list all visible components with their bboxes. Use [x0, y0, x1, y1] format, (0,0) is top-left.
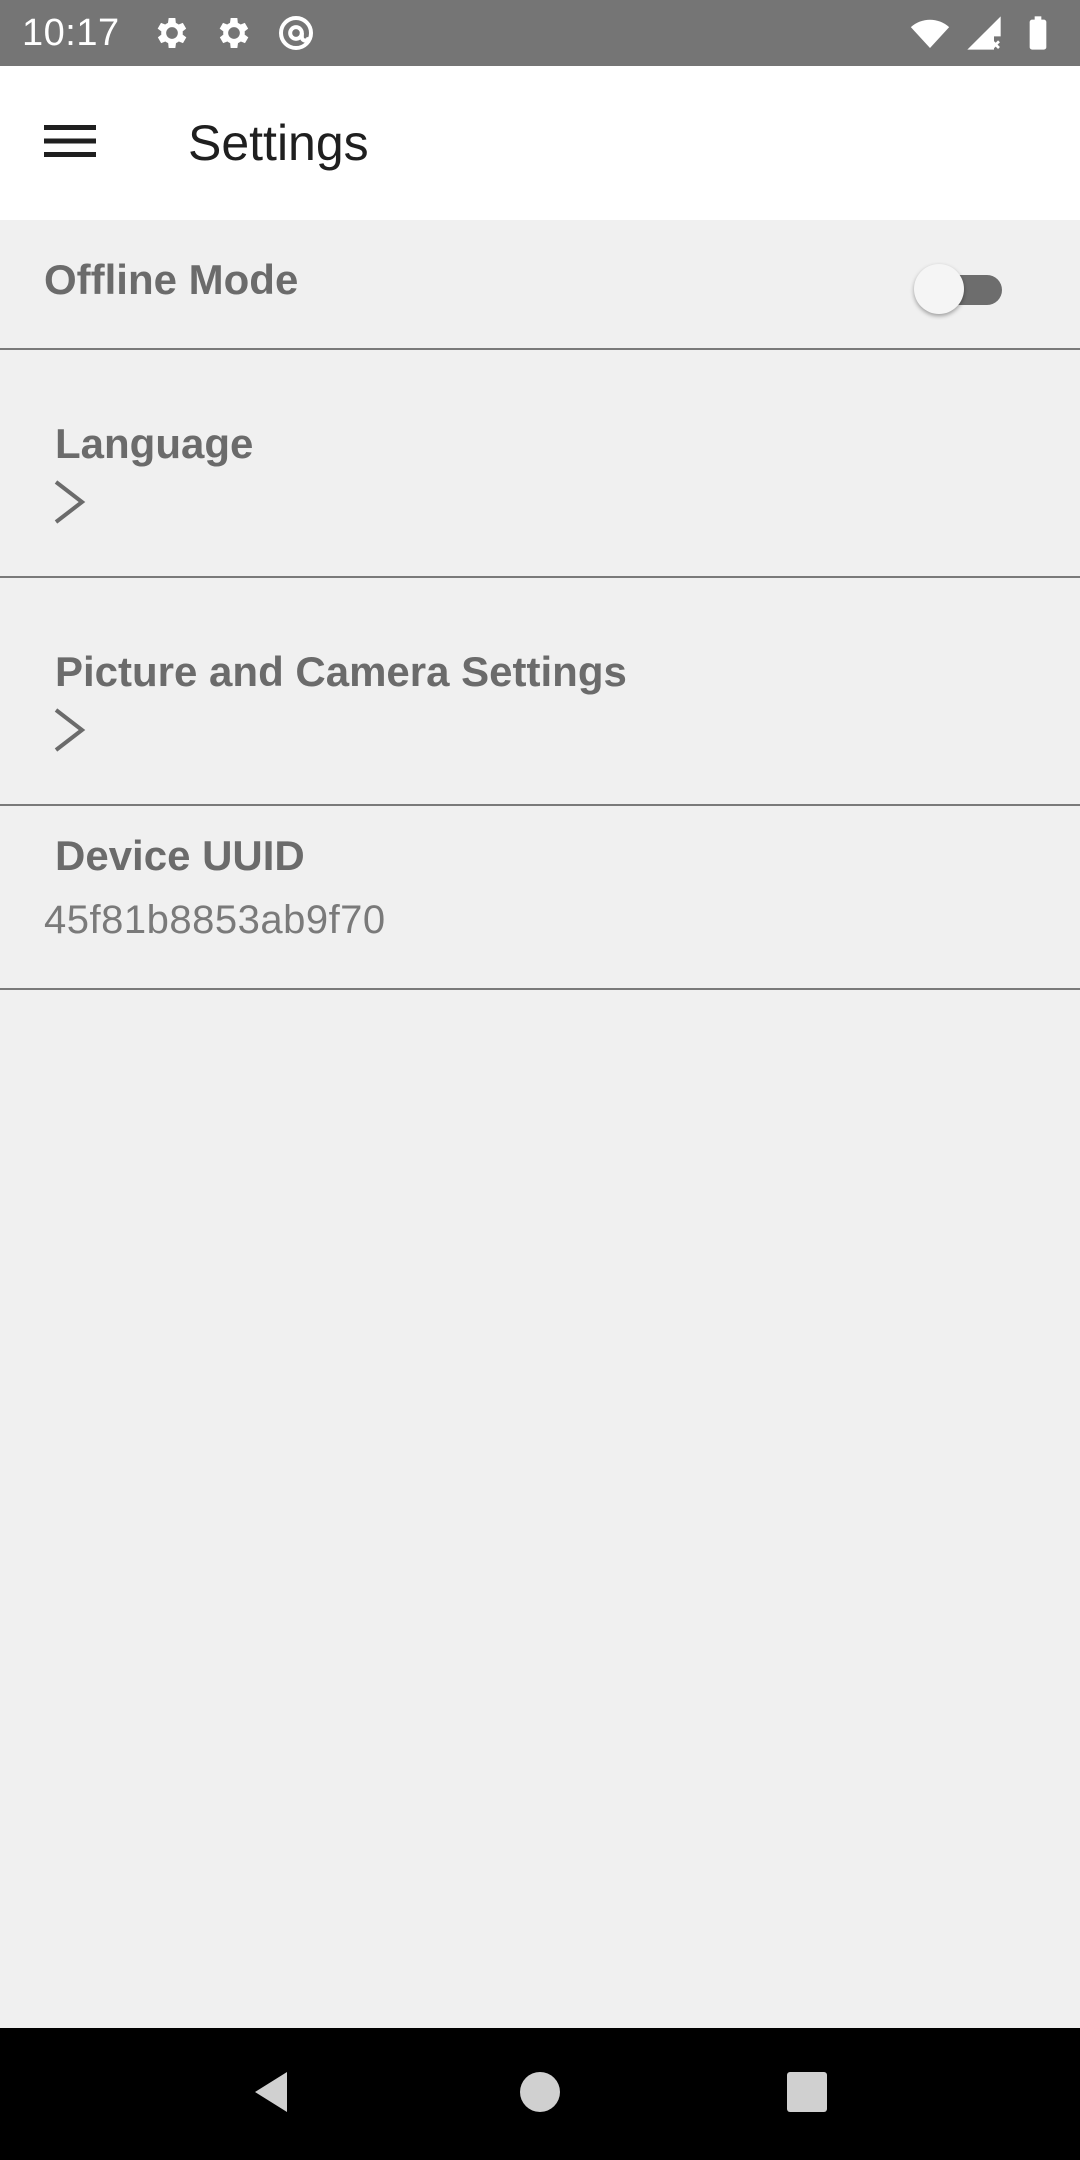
home-button[interactable] — [500, 2054, 580, 2134]
back-icon — [249, 2068, 297, 2121]
home-icon — [516, 2068, 564, 2121]
chevron-right-icon — [52, 706, 88, 754]
status-right — [910, 13, 1058, 53]
battery-icon — [1018, 13, 1058, 53]
picture-camera-settings-label: Picture and Camera Settings — [55, 648, 627, 695]
offline-mode-toggle[interactable] — [914, 260, 1006, 316]
gear-icon — [152, 13, 192, 53]
at-sign-icon — [276, 13, 316, 53]
device-uuid-value: 45f81b8853ab9f70 — [44, 898, 386, 942]
cell-signal-icon — [964, 13, 1004, 53]
app-bar: Settings — [0, 66, 1080, 220]
recents-icon — [783, 2068, 831, 2121]
status-time: 10:17 — [22, 11, 120, 54]
picture-camera-settings-row[interactable]: Picture and Camera Settings — [0, 578, 1080, 806]
chevron-right-icon — [52, 478, 88, 526]
status-bar: 10:17 — [0, 0, 1080, 66]
system-nav-bar — [0, 2028, 1080, 2160]
wifi-icon — [910, 13, 950, 53]
menu-button[interactable] — [0, 66, 140, 220]
language-row[interactable]: Language — [0, 350, 1080, 578]
offline-mode-row[interactable]: Offline Mode — [0, 220, 1080, 350]
page-title: Settings — [188, 115, 369, 171]
settings-list: Offline Mode Language Picture and Camera… — [0, 220, 1080, 990]
recents-button[interactable] — [767, 2054, 847, 2134]
device-uuid-row: Device UUID 45f81b8853ab9f70 — [0, 806, 1080, 990]
hamburger-menu-icon — [44, 123, 96, 164]
toggle-thumb — [914, 264, 964, 314]
device-uuid-label: Device UUID — [55, 832, 305, 879]
language-label: Language — [55, 420, 254, 467]
settings-screen: 10:17 Settings Offline Mode Language Pic… — [0, 0, 1080, 2160]
back-button[interactable] — [233, 2054, 313, 2134]
status-left: 10:17 — [22, 12, 316, 55]
offline-mode-label: Offline Mode — [44, 256, 299, 303]
gear-icon — [214, 13, 254, 53]
